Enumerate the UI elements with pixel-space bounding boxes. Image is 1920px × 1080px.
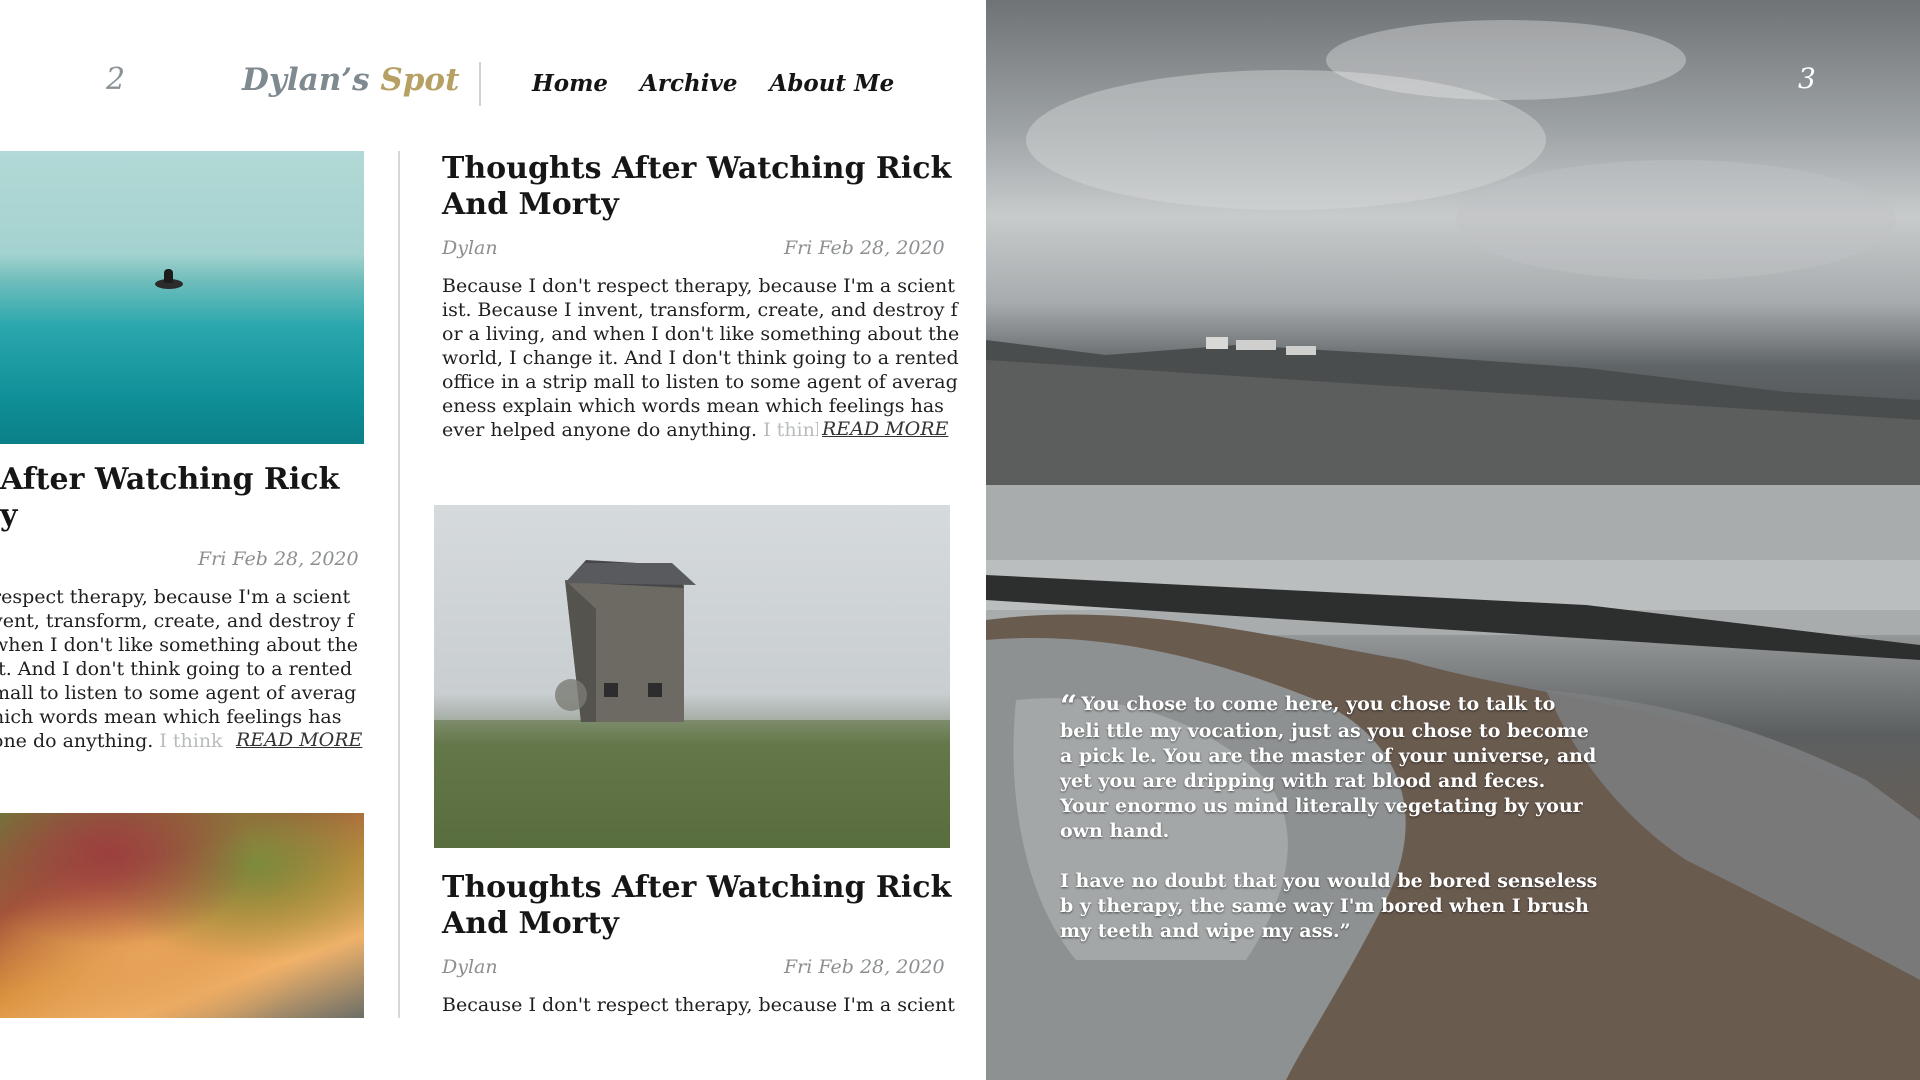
read-more-link-left[interactable]: READ MORE [232,729,363,751]
post-date-left: Fri Feb 28, 2020 [198,548,359,570]
post-title-line: After Watching Rick [0,462,340,497]
post-title-line: Thoughts After Watching Rick [442,870,952,905]
main-nav: Home Archive About Me [532,70,894,97]
excerpt-line: one do anything. [0,730,160,752]
post-title-right-top[interactable]: Thoughts After Watching Rick And Morty [442,151,951,223]
post-excerpt-right-bottom: Because I don't respect therapy, because… [442,994,955,1016]
quote-paragraph: “You chose to come here, you chose to ta… [1060,692,1600,844]
post-image-foggy-barn[interactable] [434,505,950,848]
post-excerpt-right-top: Because I don't respect therapy, because… [442,274,962,442]
excerpt-line: mall to listen to some agent of averag [0,682,357,704]
barn-illustration [434,560,950,848]
post-author-right-top: Dylan [442,237,498,259]
post-title-line: And Morty [442,187,619,222]
excerpt-line: respect therapy, because I'm a scient [0,586,351,608]
post-title-line: y [0,498,18,533]
excerpt-fade-text: I think [159,730,223,752]
post-date-right-top: Fri Feb 28, 2020 [784,237,945,259]
nav-archive-link[interactable]: Archive [640,70,737,97]
excerpt-line: ist. Because I invent, transform, create… [442,299,958,321]
rower-shape [164,269,173,283]
post-title-left[interactable]: After Watching Rick y [0,462,380,534]
excerpt-line: ever helped anyone do anything. [442,419,764,441]
excerpt-line: eness explain which words mean which fee… [442,395,944,417]
brand-name-part1: Dylan’s [242,62,381,98]
hero-quote: “You chose to come here, you chose to ta… [1060,692,1600,944]
column-divider [398,151,400,1018]
excerpt-line: office in a strip mall to listen to some… [442,371,958,393]
excerpt-line: when I don't like something about the [0,634,359,656]
brand-name-part2: Spot [380,62,460,98]
excerpt-line: world, I change it. And I don't think go… [442,347,959,369]
nav-home-link[interactable]: Home [532,70,608,97]
excerpt-line: hich words mean which feelings has [0,706,342,728]
post-date-right-bottom: Fri Feb 28, 2020 [784,956,945,978]
quote-paragraph-2-text: I have no doubt that you would be bored … [1060,870,1598,942]
read-more-link-right-top[interactable]: READ MORE [818,418,949,440]
excerpt-line: it. And I don't think going to a rented [0,658,353,680]
quote-mark: “ [1060,689,1078,724]
excerpt-line: vent, transform, create, and destroy f [0,610,354,632]
post-excerpt-left: respect therapy, because I'm a scient ve… [0,585,372,753]
page-number-right: 3 [1798,62,1816,95]
excerpt-line: or a living, and when I don't like somet… [442,323,960,345]
post-author-right-bottom: Dylan [442,956,498,978]
site-logo[interactable]: Dylan’s Spot [242,62,459,98]
post-image-coastal-rocks[interactable] [0,813,364,1018]
post-title-line: And Morty [442,906,619,941]
right-page-hero: 3 “You chose to come here, you chose to … [986,0,1920,1080]
quote-paragraph-1-text: You chose to come here, you chose to tal… [1060,693,1597,842]
page-number-left: 2 [106,62,126,97]
post-title-right-bottom[interactable]: Thoughts After Watching Rick And Morty [442,870,951,942]
left-page: 2 Dylan’s Spot Home Archive About Me Aft… [0,0,986,1080]
post-title-line: Thoughts After Watching Rick [442,151,952,186]
excerpt-fade-text: I think [763,419,827,441]
excerpt-line: Because I don't respect therapy, because… [442,275,955,297]
nav-about-link[interactable]: About Me [769,70,894,97]
nav-divider [479,62,481,106]
post-image-kayak-sea[interactable] [0,151,364,444]
